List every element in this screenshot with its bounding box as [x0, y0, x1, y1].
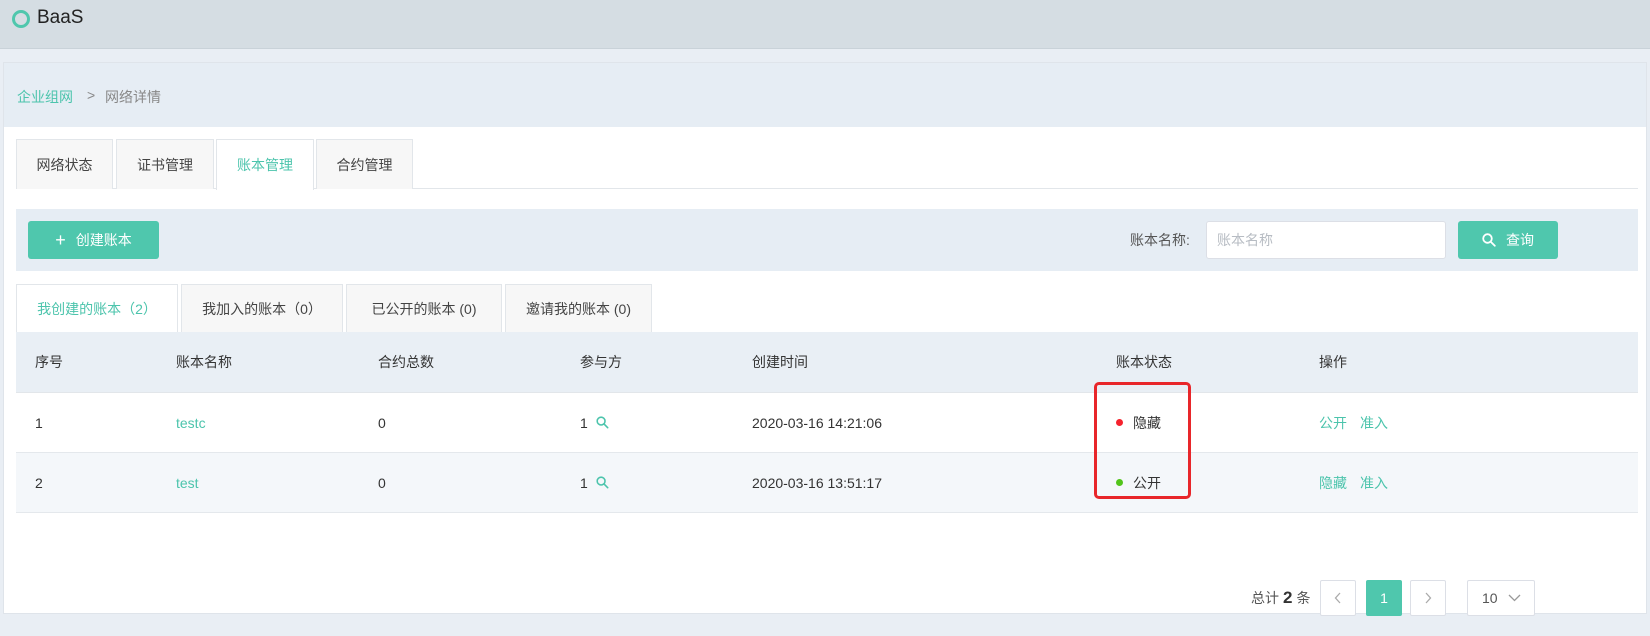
pagination: 总计 2 条 1 10 — [1244, 580, 1644, 616]
created-time: 2020-03-16 13:51:17 — [752, 474, 882, 491]
view-participants-search-icon[interactable] — [596, 416, 609, 429]
table-header: 序号 账本名称 合约总数 参与方 创建时间 账本状态 操作 — [16, 332, 1638, 393]
ledger-subtabs: 我创建的账本（2） 我加入的账本（0） 已公开的账本 (0) 邀请我的账本 (0… — [16, 284, 1638, 332]
table-row: 1 testc 0 1 2020-03-16 14:21:06 隐藏 公开 准入 — [16, 393, 1638, 453]
make-hidden-link[interactable]: 隐藏 — [1319, 473, 1347, 493]
page-size-select[interactable]: 10 — [1467, 580, 1535, 616]
app-title: BaaS — [37, 7, 84, 28]
ledger-name-link[interactable]: testc — [176, 393, 206, 452]
ledger-name-link[interactable]: test — [176, 453, 199, 512]
contract-count: 0 — [378, 474, 386, 491]
participants-cell: 1 — [580, 453, 609, 512]
row-index: 2 — [35, 474, 43, 491]
subtab-public[interactable]: 已公开的账本 (0) — [346, 284, 502, 332]
header-ledger-name: 账本名称 — [176, 354, 232, 370]
header-index: 序号 — [35, 354, 63, 370]
search-label: 账本名称: — [1130, 232, 1190, 248]
admit-link[interactable]: 准入 — [1360, 473, 1388, 493]
created-time: 2020-03-16 14:21:06 — [752, 414, 882, 431]
total-count: 总计 2 条 — [1251, 588, 1311, 607]
breadcrumb-parent-link[interactable]: 企业组网 — [17, 87, 73, 107]
create-ledger-label: 创建账本 — [75, 232, 132, 248]
make-public-link[interactable]: 公开 — [1319, 413, 1347, 433]
header-actions: 操作 — [1319, 354, 1347, 370]
create-ledger-button[interactable]: + 创建账本 — [28, 221, 159, 259]
top-bar: BaaS — [0, 0, 1650, 49]
header-created-time: 创建时间 — [752, 354, 808, 370]
participants-cell: 1 — [580, 393, 609, 452]
row-index: 1 — [35, 414, 43, 431]
chevron-right-icon — [1425, 592, 1432, 604]
actions-cell: 隐藏 准入 — [1319, 453, 1401, 512]
participants-count: 1 — [580, 474, 588, 491]
header-contract-count: 合约总数 — [378, 354, 434, 370]
tab-ledger-management[interactable]: 账本管理 — [216, 139, 314, 190]
view-participants-search-icon[interactable] — [596, 476, 609, 489]
highlight-annotation-box — [1094, 382, 1191, 499]
prev-page-button[interactable] — [1320, 580, 1356, 616]
page-size-value: 10 — [1482, 590, 1498, 606]
page-button-current[interactable]: 1 — [1366, 580, 1402, 616]
main-panel: 企业组网 > 网络详情 网络状态 证书管理 账本管理 合约管理 + 创建账本 账… — [3, 62, 1647, 616]
tab-network-status[interactable]: 网络状态 — [16, 139, 113, 189]
tab-certificate-management[interactable]: 证书管理 — [116, 139, 214, 189]
query-label: 查询 — [1506, 232, 1534, 248]
logo-icon — [12, 10, 30, 28]
admit-link[interactable]: 准入 — [1360, 413, 1388, 433]
toolbar: + 创建账本 账本名称: 查询 — [16, 209, 1638, 271]
table-row: 2 test 0 1 2020-03-16 13:51:17 公开 隐藏 准入 — [16, 453, 1638, 513]
search-icon — [1482, 233, 1496, 247]
ledger-table: 序号 账本名称 合约总数 参与方 创建时间 账本状态 操作 1 testc 0 … — [16, 332, 1638, 513]
query-button[interactable]: 查询 — [1458, 221, 1558, 259]
plus-icon: + — [55, 230, 66, 250]
breadcrumb: 企业组网 > 网络详情 — [4, 63, 1646, 127]
participants-count: 1 — [580, 414, 588, 431]
next-page-button[interactable] — [1410, 580, 1446, 616]
chevron-left-icon — [1334, 592, 1341, 604]
contract-count: 0 — [378, 414, 386, 431]
breadcrumb-separator: > — [87, 87, 96, 103]
chevron-down-icon — [1508, 594, 1521, 602]
subtab-joined[interactable]: 我加入的账本（0） — [181, 284, 343, 332]
tab-contract-management[interactable]: 合约管理 — [316, 139, 413, 189]
subtab-invited[interactable]: 邀请我的账本 (0) — [505, 284, 652, 332]
header-participants: 参与方 — [580, 354, 622, 370]
ledger-name-search-input[interactable] — [1206, 221, 1446, 259]
subtab-created-by-me[interactable]: 我创建的账本（2） — [16, 284, 178, 332]
breadcrumb-current: 网络详情 — [105, 89, 161, 105]
actions-cell: 公开 准入 — [1319, 393, 1401, 452]
main-tabs: 网络状态 证书管理 账本管理 合约管理 — [16, 139, 1638, 190]
